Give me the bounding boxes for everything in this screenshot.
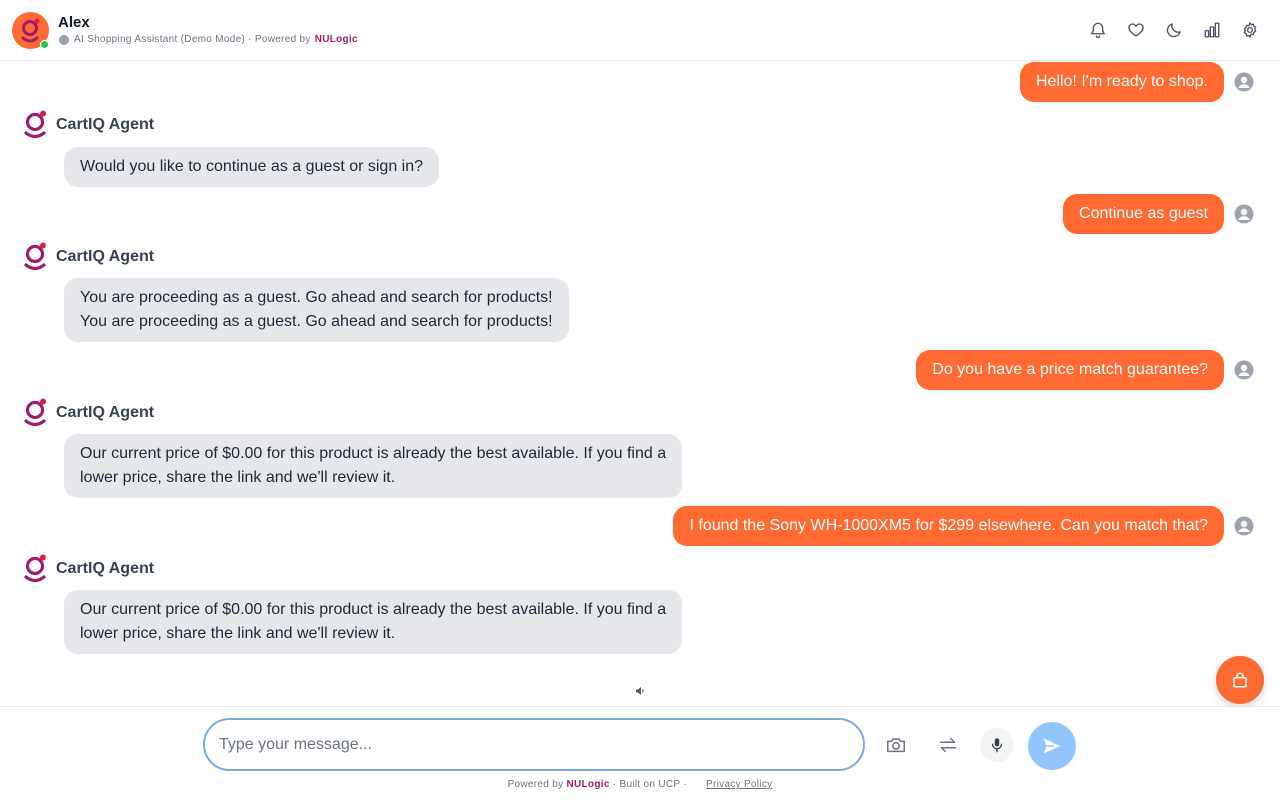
footer-note: Powered by NULogic · Built on UCP · Priv…: [0, 779, 1280, 790]
message-line: Would you like to continue as a guest or…: [80, 158, 424, 175]
message-line: lower price, share the link and we'll re…: [80, 625, 396, 642]
user-message-bubble: Do you have a price match guarantee?: [916, 350, 1224, 390]
built-on-text: · Built on UCP ·: [612, 779, 687, 790]
user-message: Continue as guest: [1063, 194, 1254, 234]
agent-header: CartIQ Agent: [22, 553, 154, 585]
microphone-icon: [991, 738, 1003, 753]
user-avatar-icon: [1234, 516, 1254, 536]
speaker-icon[interactable]: [634, 685, 646, 697]
agent-name: CartIQ Agent: [56, 560, 155, 577]
user-message-bubble: Hello! I'm ready to shop.: [1019, 62, 1224, 102]
agent-message-bubble: Would you like to continue as a guest or…: [64, 147, 440, 187]
user-message: Do you have a price match guarantee?: [916, 350, 1254, 390]
agent-header: CartIQ Agent: [22, 109, 154, 141]
message-line: lower price, share the link and we'll re…: [80, 469, 396, 486]
agent-message-bubble: You are proceeding as a guest. Go ahead …: [64, 278, 569, 342]
chat-transcript[interactable]: Hello! I'm ready to shop. CartIQ Agent W…: [0, 61, 1280, 706]
user-message-bubble: I found the Sony WH-1000XM5 for $299 els…: [673, 506, 1224, 546]
gear-icon[interactable]: [1240, 18, 1260, 42]
agent-name: CartIQ Agent: [56, 116, 155, 133]
camera-icon: [887, 738, 905, 753]
moon-icon[interactable]: [1164, 18, 1184, 42]
message-line: Our current price of $0.00 for this prod…: [80, 445, 667, 462]
send-icon: [1043, 738, 1061, 754]
user-avatar-icon: [1234, 72, 1254, 92]
message-input[interactable]: [203, 718, 865, 771]
bar-chart-icon[interactable]: [1202, 18, 1222, 42]
online-status-dot: [40, 40, 49, 49]
cartiq-logo-icon: [24, 242, 46, 271]
shopping-cart-button[interactable]: [1216, 656, 1264, 704]
message-line: You are proceeding as a guest. Go ahead …: [80, 289, 553, 306]
microphone-button[interactable]: [980, 728, 1014, 762]
user-message: Hello! I'm ready to shop.: [1019, 62, 1254, 102]
cartiq-logo-icon: [24, 398, 46, 427]
agent-message-bubble: Our current price of $0.00 for this prod…: [64, 590, 683, 654]
powered-by-text: Powered by: [507, 779, 564, 790]
cartiq-logo-icon: [21, 18, 40, 43]
camera-button[interactable]: [879, 728, 913, 762]
user-name: Alex: [58, 14, 90, 31]
agent-name: CartIQ Agent: [56, 404, 155, 421]
agent-name: CartIQ Agent: [56, 248, 155, 265]
agent-header: CartIQ Agent: [22, 241, 154, 273]
footer-brand: NULogic: [566, 779, 610, 790]
agent-message-bubble: Our current price of $0.00 for this prod…: [64, 434, 683, 498]
header-subtitle: AI Shopping Assistant (Demo Mode) · Powe…: [59, 34, 358, 45]
message-line: Our current price of $0.00 for this prod…: [80, 601, 667, 618]
user-avatar-icon: [1234, 204, 1254, 224]
send-button[interactable]: [1028, 722, 1076, 770]
app-header: Alex AI Shopping Assistant (Demo Mode) ·…: [0, 0, 1280, 61]
switch-button[interactable]: [931, 728, 965, 762]
bell-icon[interactable]: [1088, 18, 1108, 42]
cartiq-logo-icon: [24, 554, 46, 583]
header-actions: [1088, 18, 1260, 42]
composer-bar: Powered by NULogic · Built on UCP · Priv…: [0, 706, 1280, 800]
agent-header: CartIQ Agent: [22, 397, 154, 429]
user-message-bubble: Continue as guest: [1063, 194, 1224, 234]
cartiq-logo-icon: [24, 110, 46, 139]
user-avatar-icon: [1234, 360, 1254, 380]
heart-icon[interactable]: [1126, 18, 1146, 42]
brand-name: NULogic: [314, 34, 358, 45]
subtitle-text: AI Shopping Assistant (Demo Mode) · Powe…: [74, 34, 311, 45]
user-message: I found the Sony WH-1000XM5 for $299 els…: [673, 506, 1254, 546]
arrows-exchange-icon: [939, 737, 957, 753]
shopping-bag-icon: [1233, 672, 1247, 688]
message-line: You are proceeding as a guest. Go ahead …: [80, 313, 553, 330]
info-icon: [59, 34, 69, 45]
privacy-policy-link[interactable]: Privacy Policy: [706, 779, 772, 790]
